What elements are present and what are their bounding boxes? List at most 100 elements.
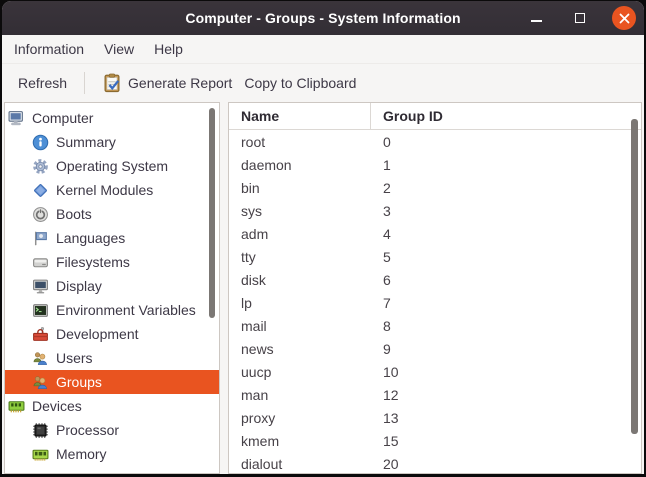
cell-name: kmem	[229, 433, 371, 449]
cell-name: dialout	[229, 456, 371, 472]
cell-name: bin	[229, 180, 371, 196]
sidebar-item-filesystems[interactable]: Filesystems	[5, 250, 219, 274]
table-header: Name Group ID	[229, 103, 641, 130]
cell-name: adm	[229, 226, 371, 242]
cell-name: proxy	[229, 410, 371, 426]
sidebar-item-devices[interactable]: Devices	[5, 394, 219, 418]
groups-icon	[32, 374, 49, 391]
table-row[interactable]: mail8	[229, 314, 641, 337]
info-icon	[32, 134, 49, 151]
sidebar-item-label: Computer	[32, 110, 93, 126]
sidebar-item-development[interactable]: Development	[5, 322, 219, 346]
sidebar-item-label: Filesystems	[56, 254, 130, 270]
sidebar-item-label: Memory	[56, 446, 107, 462]
cell-name: root	[229, 134, 371, 150]
table-row[interactable]: bin2	[229, 176, 641, 199]
flag-icon	[32, 230, 49, 247]
close-button[interactable]	[612, 6, 636, 30]
table-row[interactable]: proxy13	[229, 406, 641, 429]
table-row[interactable]: disk6	[229, 268, 641, 291]
table-row[interactable]: uucp10	[229, 360, 641, 383]
content-area: Computer Summary Operating System Kernel Mo…	[2, 102, 644, 474]
app-window: Computer - Groups - System Information I…	[2, 1, 644, 474]
minimize-button[interactable]	[524, 6, 548, 30]
sidebar-item-label: Kernel Modules	[56, 182, 153, 198]
sidebar-item-groups[interactable]: Groups	[5, 370, 219, 394]
table-row[interactable]: news9	[229, 337, 641, 360]
cell-group-id: 4	[371, 226, 641, 242]
sidebar-item-label: Languages	[56, 230, 125, 246]
table-row[interactable]: sys3	[229, 199, 641, 222]
sidebar-item-kernel-modules[interactable]: Kernel Modules	[5, 178, 219, 202]
groups-table-panel: Name Group ID root0daemon1bin2sys3adm4tt…	[228, 102, 642, 474]
table-row[interactable]: dialout20	[229, 452, 641, 473]
table-row[interactable]: root0	[229, 130, 641, 153]
sidebar-item-boots[interactable]: Boots	[5, 202, 219, 226]
table-row[interactable]: tty5	[229, 245, 641, 268]
window-title: Computer - Groups - System Information	[185, 10, 460, 26]
table-row[interactable]: adm4	[229, 222, 641, 245]
toolbar-separator	[84, 72, 85, 94]
cell-group-id: 12	[371, 387, 641, 403]
cell-group-id: 20	[371, 456, 641, 472]
refresh-button[interactable]: Refresh	[12, 70, 73, 96]
cell-name: disk	[229, 272, 371, 288]
power-icon	[32, 206, 49, 223]
sidebar-item-processor[interactable]: Processor	[5, 418, 219, 442]
cell-name: man	[229, 387, 371, 403]
column-header-name[interactable]: Name	[229, 103, 371, 129]
menu-information[interactable]: Information	[12, 38, 86, 60]
titlebar[interactable]: Computer - Groups - System Information	[2, 1, 644, 35]
toolbox-icon	[32, 326, 49, 343]
menu-view[interactable]: View	[102, 38, 136, 60]
sidebar-item-environment-variables[interactable]: Environment Variables	[5, 298, 219, 322]
cell-name: news	[229, 341, 371, 357]
memory-icon	[32, 446, 49, 463]
sidebar-scrollbar[interactable]	[209, 108, 215, 318]
copy-to-clipboard-label: Copy to Clipboard	[244, 75, 356, 91]
sidebar-item-label: Devices	[32, 398, 82, 414]
sidebar-item-summary[interactable]: Summary	[5, 130, 219, 154]
table-row[interactable]: kmem15	[229, 429, 641, 452]
table-scrollbar[interactable]	[631, 119, 638, 434]
sidebar-item-label: Processor	[56, 422, 119, 438]
cell-group-id: 2	[371, 180, 641, 196]
sidebar-item-memory[interactable]: Memory	[5, 442, 219, 466]
terminal-icon	[32, 302, 49, 319]
column-header-group-id[interactable]: Group ID	[371, 103, 641, 129]
generate-report-button[interactable]: Generate Report	[96, 68, 238, 98]
sidebar-item-operating-system[interactable]: Operating System	[5, 154, 219, 178]
table-row[interactable]: lp7	[229, 291, 641, 314]
cell-group-id: 3	[371, 203, 641, 219]
cell-name: mail	[229, 318, 371, 334]
cell-group-id: 5	[371, 249, 641, 265]
generate-report-label: Generate Report	[128, 75, 232, 91]
cell-group-id: 9	[371, 341, 641, 357]
monitor-icon	[32, 278, 49, 295]
module-icon	[32, 182, 49, 199]
sidebar-item-label: Groups	[56, 374, 102, 390]
cpu-icon	[32, 422, 49, 439]
sidebar-item-display[interactable]: Display	[5, 274, 219, 298]
sidebar-item-computer[interactable]: Computer	[5, 106, 219, 130]
refresh-button-label: Refresh	[18, 75, 67, 91]
cell-group-id: 7	[371, 295, 641, 311]
toolbar: Refresh Generate Report Copy to Clipboar…	[2, 64, 644, 102]
cell-group-id: 10	[371, 364, 641, 380]
sidebar-item-users[interactable]: Users	[5, 346, 219, 370]
menubar: Information View Help	[2, 35, 644, 64]
computer-icon	[8, 110, 25, 127]
sidebar-item-label: Users	[56, 350, 93, 366]
sidebar-item-label: Operating System	[56, 158, 168, 174]
sidebar-item-languages[interactable]: Languages	[5, 226, 219, 250]
copy-to-clipboard-button[interactable]: Copy to Clipboard	[238, 70, 362, 96]
sidebar-item-label: Display	[56, 278, 102, 294]
menu-help[interactable]: Help	[152, 38, 185, 60]
table-row[interactable]: man12	[229, 383, 641, 406]
sidebar-item-label: Boots	[56, 206, 92, 222]
maximize-button[interactable]	[568, 6, 592, 30]
table-row[interactable]: daemon1	[229, 153, 641, 176]
cell-name: tty	[229, 249, 371, 265]
cell-name: sys	[229, 203, 371, 219]
table-body: root0daemon1bin2sys3adm4tty5disk6lp7mail…	[229, 130, 641, 473]
